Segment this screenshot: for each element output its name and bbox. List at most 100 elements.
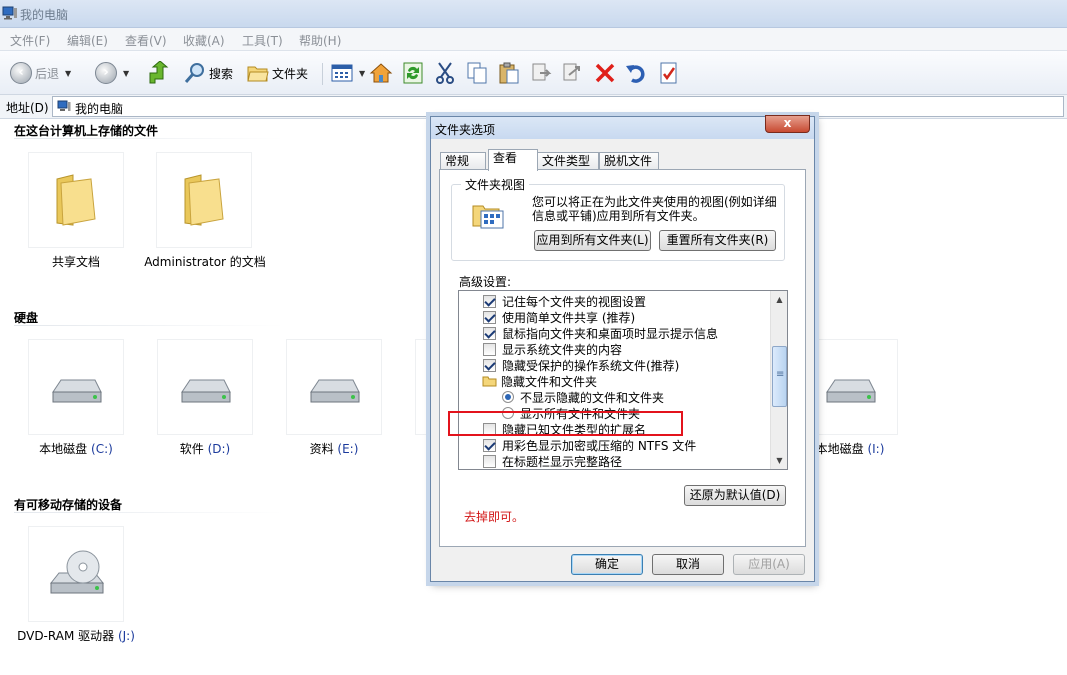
forward-dropdown-icon[interactable]: ▼: [123, 69, 129, 78]
views-icon: [331, 64, 353, 82]
back-dropdown-icon[interactable]: ▼: [65, 69, 71, 78]
setting-color-ntfs[interactable]: 用彩色显示加密或压缩的 NTFS 文件: [483, 437, 787, 453]
checkbox[interactable]: [483, 342, 496, 356]
ok-button[interactable]: 确定: [571, 554, 643, 575]
folder-options-dialog: 文件夹选项 x 常规 查看 文件类型 脱机文件 文件夹视图 您可以将正在为此文件…: [430, 115, 815, 582]
properties-icon[interactable]: [658, 61, 680, 85]
tab-view[interactable]: 查看: [488, 149, 538, 171]
forward-button[interactable]: › ▼: [95, 61, 129, 85]
hard-drive-icon: [310, 379, 360, 403]
menu-help[interactable]: 帮助(H): [299, 32, 341, 49]
tab-general[interactable]: 常规: [440, 152, 486, 170]
address-input[interactable]: 我的电脑: [52, 96, 1064, 117]
search-icon: [184, 63, 204, 83]
folders-button[interactable]: 文件夹: [247, 61, 308, 85]
apply-button[interactable]: 应用(A): [733, 554, 805, 575]
views-dropdown-icon[interactable]: ▼: [359, 69, 365, 78]
delete-icon[interactable]: [594, 61, 616, 85]
menu-file[interactable]: 文件(F): [10, 32, 50, 49]
my-computer-icon: [57, 100, 71, 111]
annotation-note: 去掉即可。: [464, 510, 525, 524]
drive-c-label: 本地磁盘 (C:): [39, 442, 113, 456]
setting-full-path-title[interactable]: 在标题栏显示完整路径: [483, 453, 787, 469]
back-button[interactable]: ‹ 后退 ▼: [10, 61, 71, 85]
checkbox[interactable]: [483, 438, 496, 452]
forward-arrow-icon: ›: [95, 62, 117, 84]
setting-do-not-show-hidden[interactable]: 不显示隐藏的文件和文件夹: [502, 389, 787, 405]
dvd-drive-tile[interactable]: [28, 526, 124, 622]
my-computer-icon: [2, 6, 17, 20]
advanced-settings-list: 记住每个文件夹的视图设置 使用简单文件共享 (推荐) 鼠标指向文件夹和桌面项时显…: [458, 290, 788, 470]
cut-icon[interactable]: [434, 61, 456, 85]
cancel-button[interactable]: 取消: [652, 554, 724, 575]
group-divider: [14, 325, 284, 326]
drive-d-tile[interactable]: [157, 339, 253, 435]
search-button[interactable]: 搜索: [184, 61, 233, 85]
dialog-title-bar: 文件夹选项: [431, 117, 814, 139]
group-divider: [14, 512, 284, 513]
up-folder-icon[interactable]: [147, 61, 169, 85]
back-arrow-icon: ‹: [10, 62, 32, 84]
tab-offline-files[interactable]: 脱机文件: [599, 152, 659, 170]
undo-icon[interactable]: [625, 61, 647, 85]
drive-e-tile[interactable]: [286, 339, 382, 435]
hard-drive-icon: [826, 379, 876, 403]
restore-defaults-button[interactable]: 还原为默认值(D): [684, 485, 786, 506]
setting-hide-protected-files[interactable]: 隐藏受保护的操作系统文件(推荐): [483, 357, 787, 373]
scroll-down-arrow-icon[interactable]: ▼: [771, 452, 787, 469]
checkbox[interactable]: [483, 310, 496, 324]
window-title-bar: 我的电脑: [0, 0, 1067, 28]
home-icon[interactable]: [369, 61, 393, 85]
scroll-thumb[interactable]: [772, 346, 787, 407]
administrator-documents-tile[interactable]: [156, 152, 252, 248]
setting-show-tooltips[interactable]: 鼠标指向文件夹和桌面项时显示提示信息: [483, 325, 787, 341]
copy-icon[interactable]: [466, 61, 488, 85]
setting-show-system-folder[interactable]: 显示系统文件夹的内容: [483, 341, 787, 357]
setting-hidden-files-group: 隐藏文件和文件夹: [482, 373, 787, 389]
scroll-up-arrow-icon[interactable]: ▲: [771, 291, 787, 308]
folder-icon: [184, 174, 224, 226]
address-value: 我的电脑: [75, 102, 124, 116]
reset-all-folders-button[interactable]: 重置所有文件夹(R): [659, 230, 776, 251]
shared-documents-tile[interactable]: [28, 152, 124, 248]
drive-d-label: 软件 (D:): [179, 442, 231, 456]
paste-icon[interactable]: [498, 61, 520, 85]
apply-to-all-folders-button[interactable]: 应用到所有文件夹(L): [534, 230, 651, 251]
window-title: 我的电脑: [20, 8, 69, 22]
dialog-title: 文件夹选项: [435, 123, 496, 137]
menu-tools[interactable]: 工具(T): [242, 32, 283, 49]
menu-view[interactable]: 查看(V): [125, 32, 167, 49]
checkbox[interactable]: [483, 294, 496, 308]
checkbox[interactable]: [483, 454, 496, 468]
radio-button[interactable]: [502, 391, 514, 403]
folder-views-icon: [472, 205, 504, 229]
back-label: 后退: [35, 66, 60, 81]
tab-file-types[interactable]: 文件类型: [537, 152, 599, 170]
copy-to-icon[interactable]: [561, 61, 583, 85]
setting-remember-view[interactable]: 记住每个文件夹的视图设置: [483, 293, 787, 309]
folder-views-legend: 文件夹视图: [461, 176, 530, 193]
search-label: 搜索: [209, 66, 234, 81]
address-label: 地址(D): [6, 101, 49, 115]
folder-icon: [56, 174, 96, 226]
advanced-settings-label: 高级设置:: [459, 275, 512, 289]
drive-c-tile[interactable]: [28, 339, 124, 435]
menu-edit[interactable]: 编辑(E): [67, 32, 108, 49]
dvd-drive-label: DVD-RAM 驱动器 (J:): [17, 629, 135, 643]
group-title-hard-drives: 硬盘: [14, 311, 39, 325]
drive-e-label: 资料 (E:): [309, 442, 359, 456]
drive-i-tile[interactable]: [802, 339, 898, 435]
dvd-drive-icon: [49, 550, 105, 594]
checkbox[interactable]: [483, 326, 496, 340]
dialog-close-button[interactable]: x: [765, 115, 810, 133]
drive-i-label: 本地磁盘 (I:): [815, 442, 885, 456]
move-to-icon[interactable]: [530, 61, 552, 85]
views-button[interactable]: ▼: [331, 61, 365, 85]
drive-partial-tile[interactable]: [415, 339, 429, 435]
setting-simple-sharing[interactable]: 使用简单文件共享 (推荐): [483, 309, 787, 325]
menu-favorites[interactable]: 收藏(A): [183, 32, 225, 49]
shared-documents-label: 共享文档: [51, 255, 100, 269]
settings-scrollbar[interactable]: ▲ ▼: [770, 291, 787, 469]
refresh-icon[interactable]: [402, 61, 424, 85]
checkbox[interactable]: [483, 358, 496, 372]
